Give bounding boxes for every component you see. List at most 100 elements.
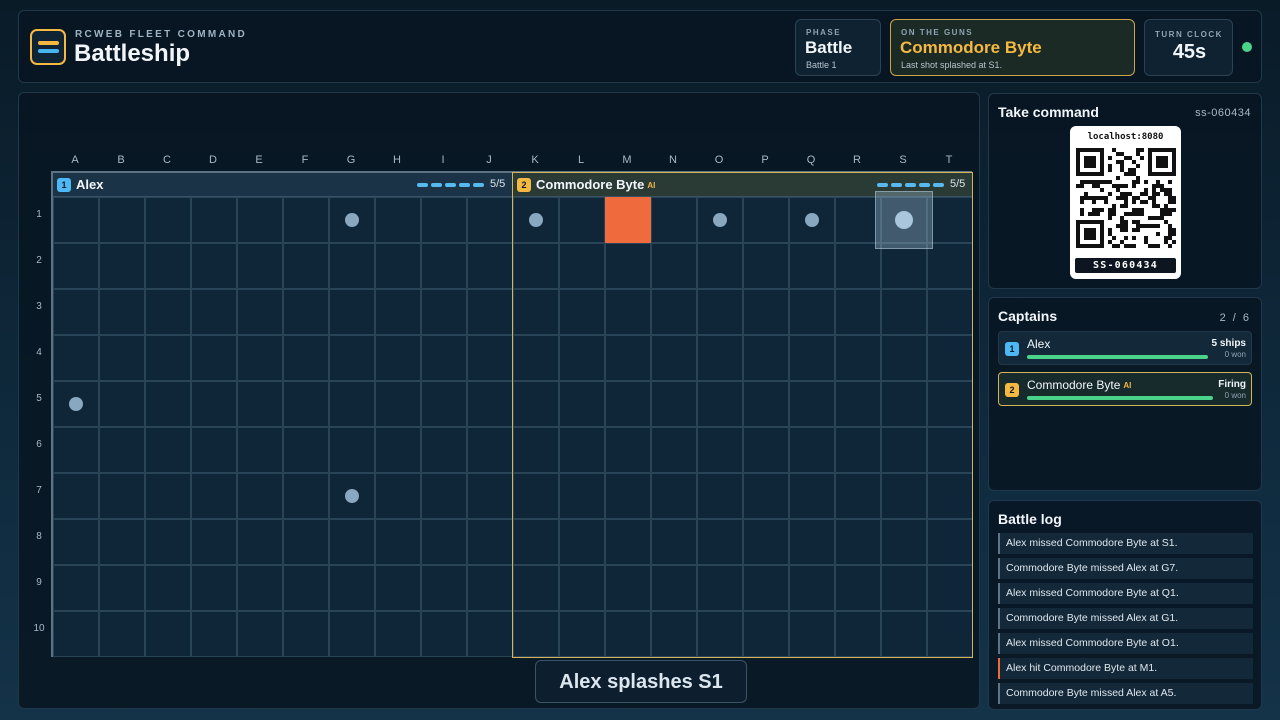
grid-cell-C3[interactable]	[145, 289, 191, 335]
grid-cell-S2[interactable]	[881, 243, 927, 289]
grid-cell-G6[interactable]	[329, 427, 375, 473]
grid-cell-K8[interactable]	[513, 519, 559, 565]
grid-cell-M2[interactable]	[605, 243, 651, 289]
grid-cell-I1[interactable]	[421, 197, 467, 243]
grid-cell-D6[interactable]	[191, 427, 237, 473]
captain-row[interactable]: 1 Alex 5 ships 0 won	[998, 331, 1252, 365]
grid-cell-E7[interactable]	[237, 473, 283, 519]
grid-cell-N6[interactable]	[651, 427, 697, 473]
grid-cell-D5[interactable]	[191, 381, 237, 427]
grid-cell-A8[interactable]	[53, 519, 99, 565]
grid-cell-S8[interactable]	[881, 519, 927, 565]
grid-cell-H9[interactable]	[375, 565, 421, 611]
grid-cell-L1[interactable]	[559, 197, 605, 243]
grid-cell-C5[interactable]	[145, 381, 191, 427]
grid-cell-T7[interactable]	[927, 473, 973, 519]
grid-cell-F8[interactable]	[283, 519, 329, 565]
grid-cell-L9[interactable]	[559, 565, 605, 611]
grid-cell-O3[interactable]	[697, 289, 743, 335]
grid-cell-L2[interactable]	[559, 243, 605, 289]
grid-cell-M10[interactable]	[605, 611, 651, 657]
grid-cell-F4[interactable]	[283, 335, 329, 381]
grid-cell-P10[interactable]	[743, 611, 789, 657]
grid-cell-I7[interactable]	[421, 473, 467, 519]
grid-cell-Q7[interactable]	[789, 473, 835, 519]
grid-cell-K7[interactable]	[513, 473, 559, 519]
grid-cell-Q5[interactable]	[789, 381, 835, 427]
grid-cell-N4[interactable]	[651, 335, 697, 381]
grid-cell-P6[interactable]	[743, 427, 789, 473]
grid-cell-G8[interactable]	[329, 519, 375, 565]
grid-cell-G5[interactable]	[329, 381, 375, 427]
grid-cell-A7[interactable]	[53, 473, 99, 519]
grid-cell-C8[interactable]	[145, 519, 191, 565]
grid-cell-H6[interactable]	[375, 427, 421, 473]
grid-cell-F5[interactable]	[283, 381, 329, 427]
grid-cell-J5[interactable]	[467, 381, 513, 427]
grid-cell-G10[interactable]	[329, 611, 375, 657]
grid-cell-G2[interactable]	[329, 243, 375, 289]
grid-cell-J9[interactable]	[467, 565, 513, 611]
grid-cell-R5[interactable]	[835, 381, 881, 427]
grid-cell-E4[interactable]	[237, 335, 283, 381]
grid-cell-T9[interactable]	[927, 565, 973, 611]
grid-cell-R10[interactable]	[835, 611, 881, 657]
grid-cell-E2[interactable]	[237, 243, 283, 289]
grid-cell-A10[interactable]	[53, 611, 99, 657]
grid-cell-T10[interactable]	[927, 611, 973, 657]
grid-cell-H3[interactable]	[375, 289, 421, 335]
grid-cell-D1[interactable]	[191, 197, 237, 243]
grid-cell-T4[interactable]	[927, 335, 973, 381]
grid-cell-L3[interactable]	[559, 289, 605, 335]
grid-cell-T6[interactable]	[927, 427, 973, 473]
grid-cell-J1[interactable]	[467, 197, 513, 243]
grid-cell-Q4[interactable]	[789, 335, 835, 381]
grid-cell-Q8[interactable]	[789, 519, 835, 565]
grid-cell-K10[interactable]	[513, 611, 559, 657]
grid-cell-P9[interactable]	[743, 565, 789, 611]
grid-cell-E1[interactable]	[237, 197, 283, 243]
grid-cell-P5[interactable]	[743, 381, 789, 427]
grid-cell-T5[interactable]	[927, 381, 973, 427]
grid-cell-J6[interactable]	[467, 427, 513, 473]
grid-cell-J4[interactable]	[467, 335, 513, 381]
grid-cell-P2[interactable]	[743, 243, 789, 289]
grid-cell-A6[interactable]	[53, 427, 99, 473]
grid-cell-K5[interactable]	[513, 381, 559, 427]
grid-cell-D9[interactable]	[191, 565, 237, 611]
grid-cell-D10[interactable]	[191, 611, 237, 657]
grid-cell-C2[interactable]	[145, 243, 191, 289]
grid-cell-B1[interactable]	[99, 197, 145, 243]
grid-cell-M7[interactable]	[605, 473, 651, 519]
grid-cell-F3[interactable]	[283, 289, 329, 335]
grid-cell-M6[interactable]	[605, 427, 651, 473]
grid-cell-E6[interactable]	[237, 427, 283, 473]
grid-cell-N7[interactable]	[651, 473, 697, 519]
grid-cell-T8[interactable]	[927, 519, 973, 565]
grid-cell-C1[interactable]	[145, 197, 191, 243]
grid-cell-R6[interactable]	[835, 427, 881, 473]
grid-cell-S5[interactable]	[881, 381, 927, 427]
grid-cell-Q2[interactable]	[789, 243, 835, 289]
grid-cell-H8[interactable]	[375, 519, 421, 565]
grid-cell-S10[interactable]	[881, 611, 927, 657]
grid-cell-R7[interactable]	[835, 473, 881, 519]
grid-cell-B9[interactable]	[99, 565, 145, 611]
grid-cell-A4[interactable]	[53, 335, 99, 381]
grid-cell-P7[interactable]	[743, 473, 789, 519]
grid-cell-J10[interactable]	[467, 611, 513, 657]
grid-cell-D3[interactable]	[191, 289, 237, 335]
grid-cell-T2[interactable]	[927, 243, 973, 289]
grid-cell-R4[interactable]	[835, 335, 881, 381]
grid-cell-N5[interactable]	[651, 381, 697, 427]
grid-cell-F9[interactable]	[283, 565, 329, 611]
grid-cell-P8[interactable]	[743, 519, 789, 565]
grid-cell-K4[interactable]	[513, 335, 559, 381]
grid-cell-O8[interactable]	[697, 519, 743, 565]
grid-cell-R3[interactable]	[835, 289, 881, 335]
grid-cell-D8[interactable]	[191, 519, 237, 565]
grid-cell-N9[interactable]	[651, 565, 697, 611]
grid-cell-Q10[interactable]	[789, 611, 835, 657]
grid-cell-I10[interactable]	[421, 611, 467, 657]
grid-cell-M8[interactable]	[605, 519, 651, 565]
